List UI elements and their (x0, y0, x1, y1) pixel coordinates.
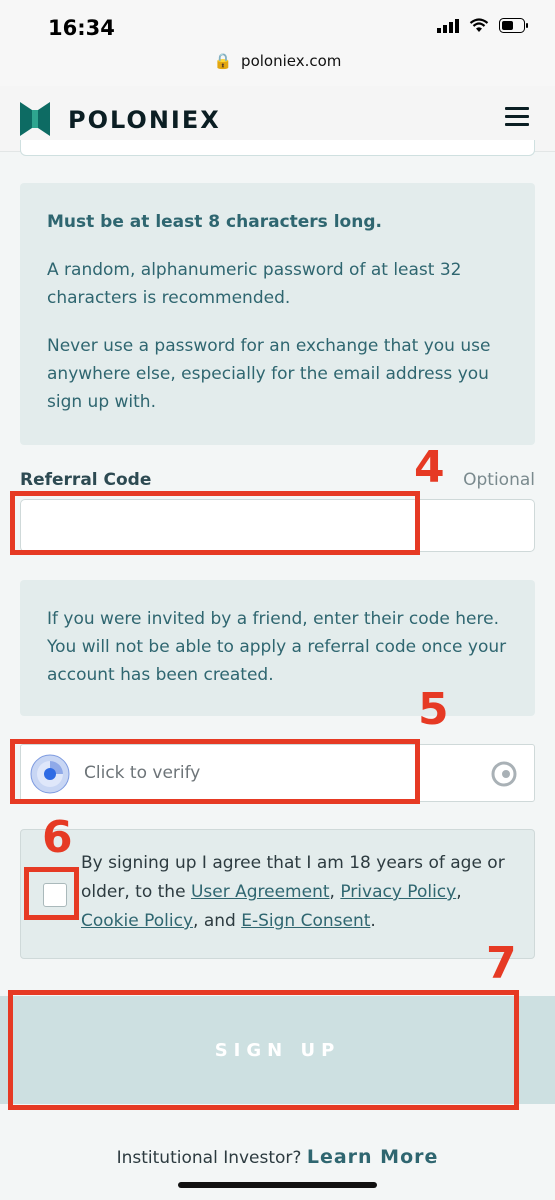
clock: 16:34 (48, 16, 115, 40)
institutional-question: Institutional Investor? (116, 1148, 302, 1168)
learn-more-link[interactable]: Learn More (307, 1146, 439, 1168)
annotation-box-captcha (10, 739, 420, 804)
annotation-box-signup (8, 990, 519, 1110)
privacy-policy-link[interactable]: Privacy Policy (340, 882, 456, 902)
wifi-icon (469, 18, 489, 32)
poloniex-logo-icon[interactable] (20, 102, 50, 136)
annotation-number-4: 4 (414, 442, 445, 493)
annotation-box-referral (10, 491, 420, 555)
terms-and: , and (193, 911, 236, 931)
referral-hint: If you were invited by a friend, enter t… (47, 609, 507, 685)
status-bar: 16:34 (0, 0, 555, 52)
cellular-signal-icon (437, 18, 459, 33)
esign-consent-link[interactable]: E-Sign Consent (241, 911, 370, 931)
previous-input-field[interactable] (20, 140, 535, 156)
brand-name[interactable]: POLONIEX (68, 106, 221, 134)
optional-label: Optional (463, 470, 535, 490)
geetest-logo-icon (491, 761, 517, 787)
footer: Institutional Investor? Learn More (0, 1146, 555, 1168)
annotation-number-6: 6 (42, 812, 73, 863)
lock-icon: 🔒 (213, 52, 233, 70)
terms-text: By signing up I agree that I am 18 years… (81, 853, 505, 931)
hamburger-menu-icon[interactable] (505, 107, 529, 127)
password-requirement: Must be at least 8 characters long. (47, 212, 382, 232)
home-indicator[interactable] (178, 1182, 377, 1188)
cookie-policy-link[interactable]: Cookie Policy (81, 911, 193, 931)
annotation-number-5: 5 (418, 684, 449, 735)
battery-icon (499, 18, 528, 33)
password-recommendation: A random, alphanumeric password of at le… (47, 260, 462, 308)
annotation-number-7: 7 (486, 938, 517, 989)
user-agreement-link[interactable]: User Agreement (191, 882, 330, 902)
status-icons (437, 18, 529, 33)
address-bar[interactable]: 🔒 poloniex.com (0, 52, 555, 86)
referral-hint-box: If you were invited by a friend, enter t… (20, 580, 535, 716)
url-text: poloniex.com (241, 52, 342, 70)
password-hint-box: Must be at least 8 characters long. A ra… (20, 183, 535, 445)
password-warning: Never use a password for an exchange tha… (47, 336, 491, 412)
terms-box: By signing up I agree that I am 18 years… (20, 829, 535, 959)
annotation-box-checkbox (24, 867, 79, 920)
referral-code-label: Referral Code (20, 470, 152, 490)
